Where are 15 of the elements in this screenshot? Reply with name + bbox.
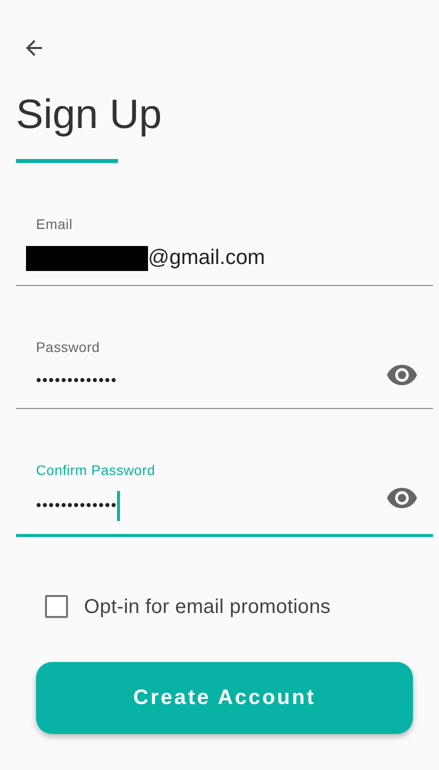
checkbox-label: Opt-in for email promotions (84, 594, 331, 620)
field-value: ••••••••••••• (36, 371, 118, 392)
field-value: ••••••••••••• (36, 496, 118, 516)
field-value: @gmail.com (148, 245, 266, 272)
input-field[interactable]: Password ••••••••••••• (16, 336, 433, 410)
checkbox[interactable] (45, 595, 68, 618)
field-label: Email (36, 217, 73, 232)
page-title: Sign Up (16, 90, 163, 139)
field-label: Confirm Password (36, 463, 156, 478)
input-field[interactable]: Email @gmail.com (16, 213, 433, 286)
eye-icon[interactable] (387, 364, 417, 386)
eye-icon[interactable] (387, 487, 417, 510)
input-field[interactable]: Confirm Password ••••••••••••• (16, 459, 433, 537)
text-cursor (117, 491, 120, 522)
field-label: Password (36, 340, 100, 354)
